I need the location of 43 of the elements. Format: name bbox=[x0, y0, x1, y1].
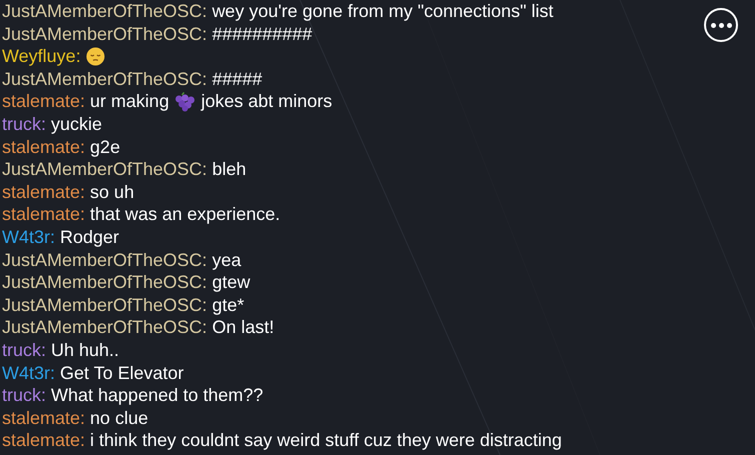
message-text: On last! bbox=[212, 316, 274, 339]
message-text: Get To Elevator bbox=[60, 362, 184, 384]
username: stalemate: bbox=[2, 429, 86, 452]
username: W4t3r: bbox=[2, 226, 56, 249]
username: Weyfluye: bbox=[2, 45, 81, 68]
message-text: Rodger bbox=[60, 226, 120, 249]
username: JustAMemberOfTheOSC: bbox=[2, 22, 208, 46]
username: truck: bbox=[2, 384, 46, 407]
username: JustAMemberOfTheOSC: bbox=[2, 294, 208, 316]
message-text: yea bbox=[212, 248, 242, 272]
username: truck: bbox=[2, 112, 46, 136]
username: JustAMemberOfTheOSC: bbox=[2, 316, 208, 339]
message-text: ########## bbox=[212, 22, 312, 46]
message-text: wey you're gone from my "connections" list bbox=[212, 0, 554, 23]
username: JustAMemberOfTheOSC: bbox=[2, 0, 208, 23]
grapes-emoji-icon bbox=[174, 92, 196, 112]
username: stalemate: bbox=[2, 136, 86, 158]
message-text: no clue bbox=[90, 406, 148, 430]
message-text: gtew bbox=[212, 271, 250, 294]
more-options-button[interactable] bbox=[704, 8, 738, 42]
message-text: ur making bbox=[90, 90, 170, 113]
message-text: yuckie bbox=[51, 112, 102, 136]
message-text: ##### bbox=[212, 68, 262, 90]
username: stalemate: bbox=[2, 90, 86, 113]
message-text: that was an experience. bbox=[90, 203, 280, 226]
message-text: What happened to them?? bbox=[51, 384, 264, 407]
username: JustAMemberOfTheOSC: bbox=[2, 248, 208, 272]
username: truck: bbox=[2, 338, 46, 362]
message-text: Uh huh.. bbox=[51, 338, 120, 362]
message-text: i think they couldnt say weird stuff cuz they were distracting bbox=[90, 429, 562, 452]
username: W4t3r: bbox=[2, 362, 56, 384]
username: JustAMemberOfTheOSC: bbox=[2, 271, 208, 294]
username: stalemate: bbox=[2, 406, 86, 430]
username: JustAMemberOfTheOSC: bbox=[2, 68, 208, 90]
message-text: jokes abt minors bbox=[201, 90, 332, 113]
username: stalemate: bbox=[2, 203, 86, 226]
message-text: gte* bbox=[212, 294, 244, 316]
message-text: bleh bbox=[212, 158, 246, 181]
message-text: so uh bbox=[90, 180, 134, 204]
message-text: g2e bbox=[90, 136, 120, 158]
username: JustAMemberOfTheOSC: bbox=[2, 158, 208, 181]
relieved-face-emoji-icon bbox=[86, 46, 105, 66]
username: stalemate: bbox=[2, 180, 86, 204]
